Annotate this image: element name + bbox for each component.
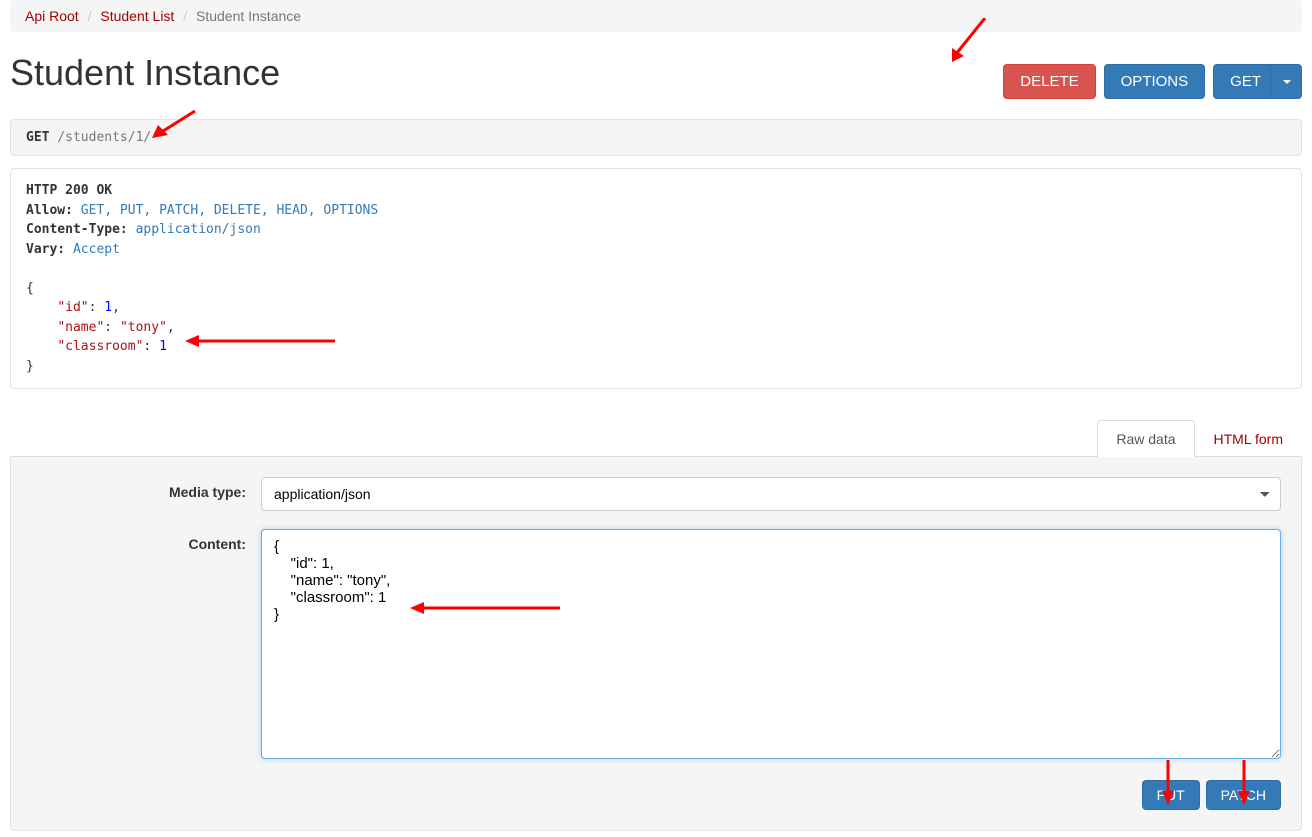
caret-down-icon [1283, 80, 1291, 84]
get-button[interactable]: GET [1213, 64, 1278, 99]
form-panel: Media type: application/json Content: PU… [10, 457, 1302, 831]
json-id-val: 1 [104, 300, 112, 315]
tab-raw-data[interactable]: Raw data [1097, 420, 1194, 457]
request-url: /students/1/ [57, 130, 151, 145]
status-line: HTTP 200 OK [26, 183, 112, 198]
ctype-header-key: Content-Type: [26, 222, 128, 237]
json-classroom-key: "classroom" [57, 339, 143, 354]
ctype-header-val: application/json [136, 222, 261, 237]
breadcrumb: Api Root / Student List / Student Instan… [10, 0, 1302, 32]
media-type-label: Media type: [31, 477, 261, 511]
get-dropdown-toggle[interactable] [1270, 64, 1302, 99]
options-button[interactable]: OPTIONS [1104, 64, 1206, 99]
breadcrumb-separator: / [83, 8, 97, 24]
vary-header-key: Vary: [26, 242, 65, 257]
vary-header-val: Accept [73, 242, 120, 257]
tab-html-form[interactable]: HTML form [1195, 420, 1302, 457]
allow-header-key: Allow: [26, 203, 73, 218]
action-buttons: DELETE OPTIONS GET [1003, 64, 1302, 99]
json-id-key: "id" [57, 300, 88, 315]
request-method: GET [26, 130, 49, 145]
json-classroom-val: 1 [159, 339, 167, 354]
put-button[interactable]: PUT [1142, 780, 1200, 810]
content-textarea[interactable] [261, 529, 1281, 759]
breadcrumb-student-list[interactable]: Student List [100, 8, 174, 24]
allow-header-val: GET, PUT, PATCH, DELETE, HEAD, OPTIONS [81, 203, 378, 218]
page-title: Student Instance [10, 52, 280, 94]
response-body: HTTP 200 OK Allow: GET, PUT, PATCH, DELE… [10, 168, 1302, 389]
json-name-val: "tony" [120, 320, 167, 335]
breadcrumb-api-root[interactable]: Api Root [25, 8, 79, 24]
request-info: GET /students/1/ [10, 119, 1302, 156]
patch-button[interactable]: PATCH [1206, 780, 1281, 810]
content-label: Content: [31, 529, 261, 762]
form-tabs: Raw data HTML form [10, 419, 1302, 457]
media-type-select[interactable]: application/json [261, 477, 1281, 511]
breadcrumb-separator: / [178, 8, 192, 24]
delete-button[interactable]: DELETE [1003, 64, 1095, 99]
breadcrumb-current: Student Instance [196, 8, 301, 24]
json-name-key: "name" [57, 320, 104, 335]
